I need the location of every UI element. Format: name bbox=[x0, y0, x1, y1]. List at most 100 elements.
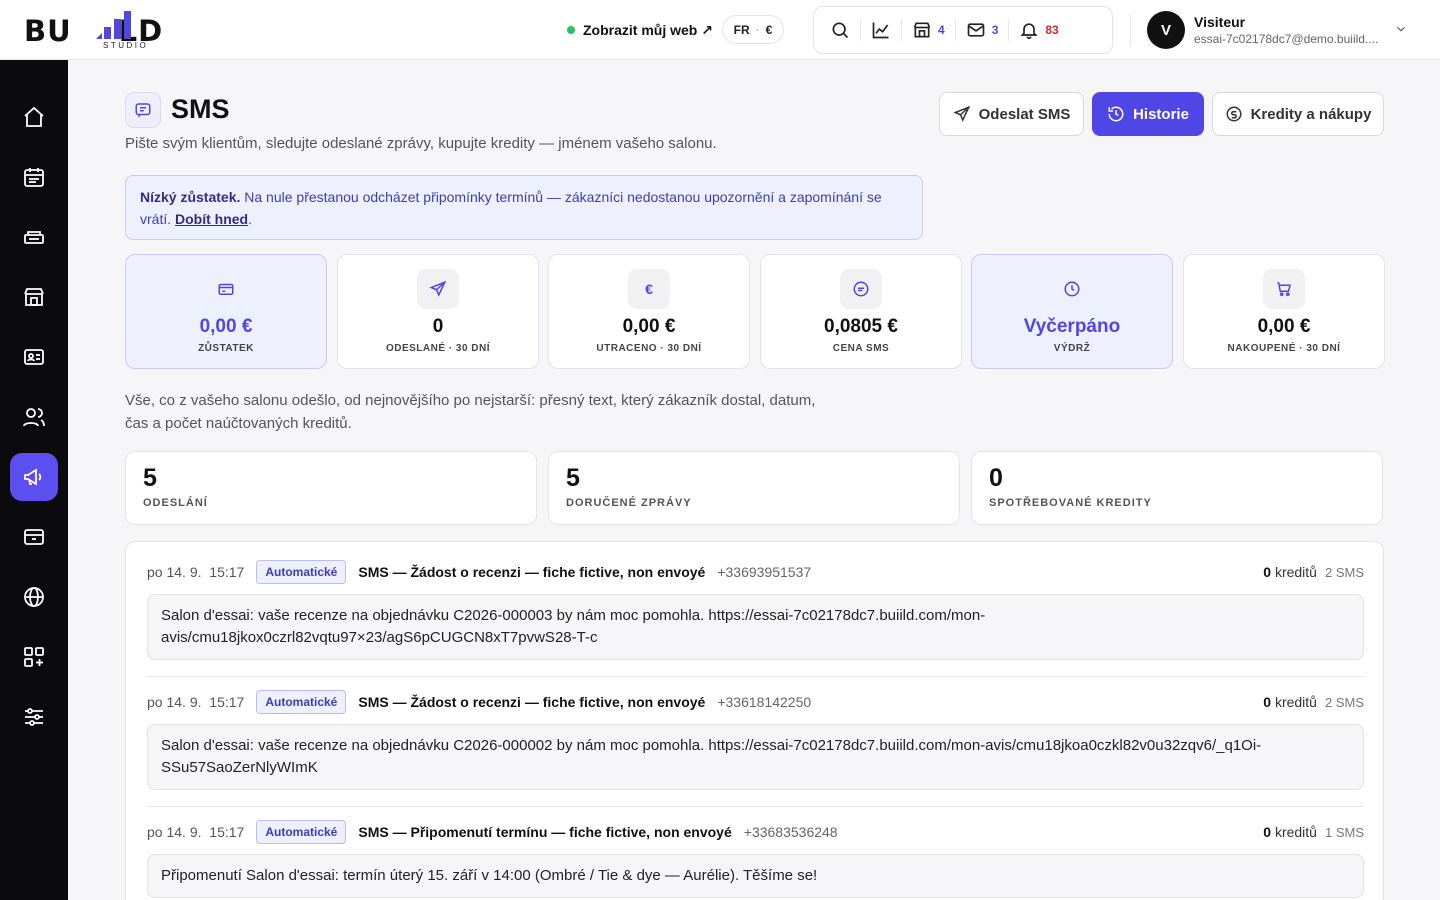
user-name[interactable]: Visiteur bbox=[1194, 14, 1245, 30]
main-content: SMS Pište svým klientům, sledujte odesla… bbox=[68, 60, 1440, 900]
sidebar-item-settings[interactable] bbox=[10, 693, 58, 741]
sidebar-item-payments[interactable] bbox=[10, 513, 58, 561]
stat-value: Vyčerpáno bbox=[1023, 316, 1121, 337]
entry-sms-count: 1 SMS bbox=[1324, 824, 1364, 840]
credits-purchases-button[interactable]: Kredity a nákupy bbox=[1212, 92, 1384, 136]
euro-icon: € bbox=[645, 281, 653, 297]
stat-label: NAKOUPENÉ · 30 DNÍ bbox=[1227, 343, 1341, 354]
automatic-badge: Automatické bbox=[256, 690, 347, 714]
brand-logo[interactable]: BU LD STUDIO bbox=[24, 8, 184, 52]
online-status-dot bbox=[567, 26, 575, 34]
sidebar bbox=[0, 60, 68, 900]
kpi-card-credits-used: 0 SPOTŘEBOVANÉ KREDITY bbox=[971, 451, 1383, 525]
divider bbox=[1130, 14, 1131, 46]
stat-card-sms-price: 0,0805 € CENA SMS bbox=[760, 254, 962, 369]
mail-count: 3 bbox=[991, 23, 999, 37]
users-icon bbox=[23, 408, 45, 427]
sidebar-item-website[interactable] bbox=[10, 573, 58, 621]
search-icon bbox=[832, 22, 849, 39]
stats-button[interactable] bbox=[861, 14, 901, 46]
kpi-value: 0 bbox=[989, 464, 1003, 492]
stat-icon-box bbox=[1263, 269, 1305, 309]
entry-credits: 0 kreditů bbox=[1263, 564, 1317, 580]
send-icon bbox=[952, 105, 970, 122]
stat-icon-box bbox=[417, 269, 459, 309]
page-subtitle: Pište svým klientům, sledujte odeslané z… bbox=[125, 135, 717, 152]
entry-cost: 0 kreditů 2 SMS bbox=[1263, 564, 1364, 580]
entry-message: Připomenutí Salon d'essai: termín úterý … bbox=[147, 854, 1364, 898]
entry-subject: SMS — Žádost o recenzi — fiche fictive, … bbox=[358, 564, 706, 580]
history-button[interactable]: Historie bbox=[1092, 92, 1204, 136]
divider bbox=[147, 806, 1364, 807]
sidebar-item-clients[interactable] bbox=[10, 393, 58, 441]
globe-icon bbox=[24, 587, 44, 607]
sidebar-item-calendar[interactable] bbox=[10, 153, 58, 201]
sliders-icon bbox=[25, 708, 43, 726]
stat-icon-box bbox=[205, 269, 247, 309]
entry-message: Salon d'essai: vaše recenze na objednávk… bbox=[147, 724, 1364, 790]
store-icon bbox=[24, 288, 44, 306]
clock-icon bbox=[1064, 281, 1080, 297]
stat-icon-box bbox=[1051, 269, 1093, 309]
entry-message: Salon d'essai: vaše recenze na objednávk… bbox=[147, 594, 1364, 660]
apps-grid-icon bbox=[24, 647, 44, 667]
megaphone-icon bbox=[24, 468, 42, 486]
logo-tagline: STUDIO bbox=[103, 41, 149, 50]
kpi-label: SPOTŘEBOVANÉ KREDITY bbox=[989, 497, 1152, 509]
alert-title: Nízký zůstatek. bbox=[140, 189, 241, 205]
search-button[interactable] bbox=[820, 14, 860, 46]
entry-meta: po 14. 9. 15:17 Automatické SMS — Žádost… bbox=[147, 690, 1364, 714]
sidebar-item-services[interactable] bbox=[10, 213, 58, 261]
history-icon bbox=[1108, 106, 1124, 122]
entry-sms-count: 2 SMS bbox=[1324, 694, 1364, 710]
top-up-link[interactable]: Dobít hned bbox=[175, 211, 248, 227]
stat-value: 0,00 € bbox=[199, 316, 253, 337]
sidebar-item-apps[interactable] bbox=[10, 633, 58, 681]
divider bbox=[147, 676, 1364, 677]
chevron-down-icon[interactable] bbox=[1394, 22, 1408, 36]
sidebar-item-sms[interactable] bbox=[10, 453, 58, 501]
stat-value: 0 bbox=[432, 316, 444, 337]
send-sms-button[interactable]: Odeslat SMS bbox=[939, 92, 1084, 136]
entry-meta: po 14. 9. 15:17 Automatické SMS — Žádost… bbox=[147, 560, 1364, 584]
sidebar-item-store[interactable] bbox=[10, 273, 58, 321]
stat-label: ODESLANÉ · 30 DNÍ bbox=[385, 343, 491, 354]
kpi-card-delivered: 5 DORUČENÉ ZPRÁVY bbox=[548, 451, 960, 525]
home-icon bbox=[24, 106, 44, 127]
notifications-button[interactable]: 83 bbox=[1009, 14, 1068, 46]
stat-card-spent: € 0,00 € UTRACENO · 30 DNÍ bbox=[548, 254, 750, 369]
entry-cost: 0 kreditů 1 SMS bbox=[1263, 824, 1364, 840]
history-label: Historie bbox=[1133, 105, 1189, 123]
lang-separator: · bbox=[755, 22, 760, 37]
kpi-value: 5 bbox=[566, 464, 580, 492]
mail-icon bbox=[967, 23, 985, 37]
view-site-link[interactable]: Zobrazit můj web ↗ bbox=[567, 20, 713, 40]
stat-label: ZŮSTATEK bbox=[198, 343, 254, 354]
kpi-card-sends: 5 ODESLÁNÍ bbox=[125, 451, 537, 525]
kpi-label: ODESLÁNÍ bbox=[143, 497, 208, 509]
language-currency-switcher[interactable]: FR · € bbox=[722, 15, 784, 44]
entry-time: 15:17 bbox=[209, 824, 245, 840]
entry-meta: po 14. 9. 15:17 Automatické SMS — Připom… bbox=[147, 820, 1364, 844]
entry-subject: SMS — Připomenutí termínu — fiche fictiv… bbox=[358, 824, 732, 840]
history-description: Vše, co z vašeho salonu odešlo, od nejno… bbox=[125, 392, 816, 432]
stat-icon-box: € bbox=[628, 269, 670, 309]
entry-credits: 0 kreditů bbox=[1263, 824, 1317, 840]
sidebar-item-contacts[interactable] bbox=[10, 333, 58, 381]
service-desk-icon bbox=[24, 231, 44, 244]
stores-button[interactable]: 4 bbox=[902, 14, 955, 46]
credits-purchases-label: Kredity a nákupy bbox=[1250, 105, 1372, 123]
send-icon bbox=[429, 280, 447, 297]
store-icon bbox=[913, 22, 931, 38]
user-email: essai-7c02178dc7@demo.buiild.... bbox=[1194, 32, 1379, 46]
sidebar-item-home[interactable] bbox=[10, 93, 58, 141]
card-icon bbox=[218, 283, 234, 295]
entry-cost: 0 kreditů 2 SMS bbox=[1263, 694, 1364, 710]
mail-button[interactable]: 3 bbox=[956, 14, 1009, 46]
language-code: FR bbox=[733, 22, 750, 37]
avatar[interactable]: V bbox=[1147, 11, 1185, 49]
stat-card-balance: 0,00 € ZŮSTATEK bbox=[125, 254, 327, 369]
entry-phone: +33618142250 bbox=[717, 694, 812, 710]
stat-label: CENA SMS bbox=[832, 343, 890, 354]
stat-card-purchased: 0,00 € NAKOUPENÉ · 30 DNÍ bbox=[1183, 254, 1385, 369]
